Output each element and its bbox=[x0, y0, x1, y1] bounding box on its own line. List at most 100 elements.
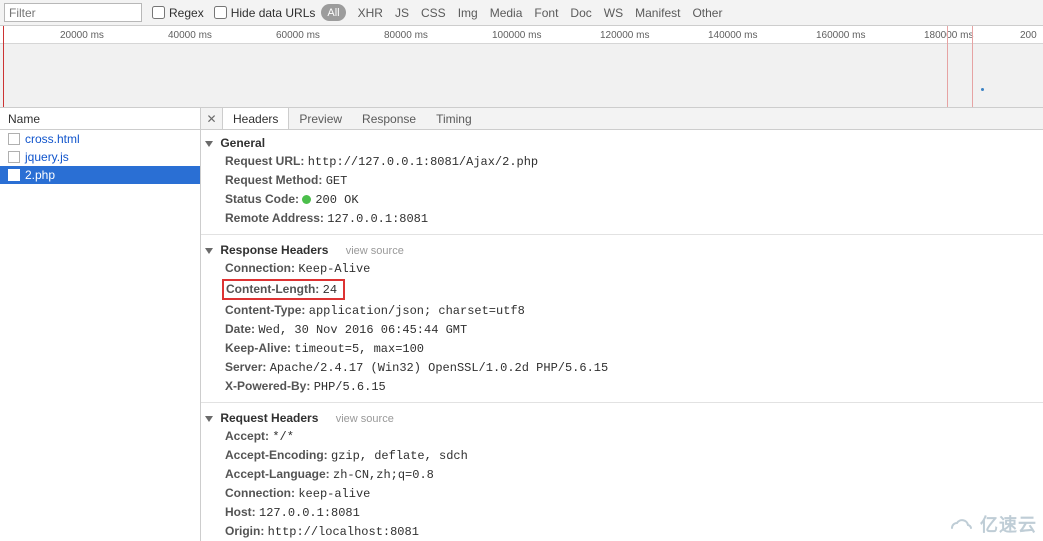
filter-all-pill[interactable]: All bbox=[321, 4, 345, 21]
general-request-method-val: GET bbox=[326, 174, 348, 188]
request-header-row: Accept-Encoding: gzip, deflate, sdch bbox=[201, 446, 1043, 465]
section-general-title: General bbox=[220, 136, 265, 150]
filter-type-css[interactable]: CSS bbox=[421, 6, 446, 20]
response-header-key: Content-Type: bbox=[225, 303, 305, 317]
general-request-url-key: Request URL: bbox=[225, 154, 304, 168]
filter-type-other[interactable]: Other bbox=[692, 6, 722, 20]
filter-type-doc[interactable]: Doc bbox=[570, 6, 591, 20]
section-request-headers-title: Request Headers bbox=[220, 411, 318, 425]
request-row-cross-html[interactable]: cross.html bbox=[0, 130, 200, 148]
request-header-key: Connection: bbox=[225, 486, 295, 500]
response-header-val: Wed, 30 Nov 2016 06:45:44 GMT bbox=[258, 323, 467, 337]
chevron-down-icon bbox=[205, 141, 213, 147]
general-request-method-key: Request Method: bbox=[225, 173, 322, 187]
section-request-headers[interactable]: Request Headers view source bbox=[201, 407, 1043, 427]
timeline-domcontent-marker bbox=[972, 26, 973, 107]
watermark-logo: 亿速云 bbox=[946, 511, 1037, 537]
request-header-row: Accept: */* bbox=[201, 427, 1043, 446]
request-header-row: Origin: http://localhost:8081 bbox=[201, 522, 1043, 541]
timeline-tick: 140000 ms bbox=[708, 26, 757, 44]
request-row-jquery-js[interactable]: jquery.js bbox=[0, 148, 200, 166]
response-header-key: Keep-Alive: bbox=[225, 341, 291, 355]
response-header-key: Connection: bbox=[225, 261, 295, 275]
chevron-down-icon bbox=[205, 416, 213, 422]
request-row-2-php[interactable]: 2.php bbox=[0, 166, 200, 184]
timeline-tick: 160000 ms bbox=[816, 26, 865, 44]
timeline-tick: 60000 ms bbox=[276, 26, 320, 44]
response-header-val: application/json; charset=utf8 bbox=[309, 304, 525, 318]
filter-type-img[interactable]: Img bbox=[458, 6, 478, 20]
general-status-code-val: 200 OK bbox=[315, 193, 358, 207]
hide-data-urls-checkbox[interactable] bbox=[214, 6, 227, 19]
filter-type-manifest[interactable]: Manifest bbox=[635, 6, 680, 20]
timeline-tick: 40000 ms bbox=[168, 26, 212, 44]
request-header-val: 127.0.0.1:8081 bbox=[259, 506, 360, 520]
response-headers-view-source[interactable]: view source bbox=[346, 245, 404, 257]
close-icon: ✕ bbox=[206, 112, 216, 126]
filter-type-ws[interactable]: WS bbox=[604, 6, 623, 20]
file-icon bbox=[8, 133, 20, 145]
timeline-ruler: 20000 ms40000 ms60000 ms80000 ms100000 m… bbox=[0, 26, 1043, 44]
filter-type-media[interactable]: Media bbox=[490, 6, 523, 20]
request-header-row: Connection: keep-alive bbox=[201, 484, 1043, 503]
filter-type-font[interactable]: Font bbox=[534, 6, 558, 20]
request-header-row: Host: 127.0.0.1:8081 bbox=[201, 503, 1043, 522]
file-icon bbox=[8, 169, 20, 181]
request-header-val: gzip, deflate, sdch bbox=[331, 449, 468, 463]
regex-label: Regex bbox=[169, 6, 204, 20]
request-header-val: keep-alive bbox=[298, 487, 370, 501]
filter-type-js[interactable]: JS bbox=[395, 6, 409, 20]
response-header-key: Content-Length: bbox=[226, 282, 319, 296]
request-header-key: Accept: bbox=[225, 429, 269, 443]
request-row-label: cross.html bbox=[25, 132, 80, 146]
response-header-val: timeout=5, max=100 bbox=[294, 342, 424, 356]
timeline-tick: 20000 ms bbox=[60, 26, 104, 44]
tab-preview[interactable]: Preview bbox=[289, 108, 352, 129]
close-details-button[interactable]: ✕ bbox=[201, 108, 223, 129]
request-header-key: Host: bbox=[225, 505, 256, 519]
response-header-val: PHP/5.6.15 bbox=[314, 380, 386, 394]
response-header-row: Date: Wed, 30 Nov 2016 06:45:44 GMT bbox=[201, 320, 1043, 339]
tab-headers[interactable]: Headers bbox=[223, 108, 289, 129]
timeline-load-marker bbox=[947, 26, 948, 107]
response-header-row: Content-Length: 24 bbox=[201, 278, 1043, 301]
response-header-row: Keep-Alive: timeout=5, max=100 bbox=[201, 339, 1043, 358]
response-header-key: Server: bbox=[225, 360, 266, 374]
request-row-label: 2.php bbox=[25, 168, 55, 182]
request-list-header-name[interactable]: Name bbox=[0, 108, 200, 130]
hide-data-urls-label: Hide data URLs bbox=[231, 6, 316, 20]
filter-input[interactable] bbox=[4, 3, 142, 22]
response-header-key: X-Powered-By: bbox=[225, 379, 310, 393]
timeline-tick: 200 bbox=[1020, 26, 1037, 44]
detail-tabs: ✕ HeadersPreviewResponseTiming bbox=[201, 108, 1043, 130]
tab-timing[interactable]: Timing bbox=[426, 108, 482, 129]
request-row-label: jquery.js bbox=[25, 150, 69, 164]
tab-response[interactable]: Response bbox=[352, 108, 426, 129]
status-ok-icon bbox=[302, 195, 311, 204]
general-remote-address-val: 127.0.0.1:8081 bbox=[327, 212, 428, 226]
response-header-val: Apache/2.4.17 (Win32) OpenSSL/1.0.2d PHP… bbox=[270, 361, 608, 375]
request-header-val: */* bbox=[272, 430, 294, 444]
general-remote-address-key: Remote Address: bbox=[225, 211, 324, 225]
response-header-row: X-Powered-By: PHP/5.6.15 bbox=[201, 377, 1043, 396]
timeline-tick: 120000 ms bbox=[600, 26, 649, 44]
request-headers-view-source[interactable]: view source bbox=[336, 413, 394, 425]
request-header-key: Origin: bbox=[225, 524, 264, 538]
timeline-request-dot bbox=[981, 88, 984, 91]
timeline-overview[interactable]: 20000 ms40000 ms60000 ms80000 ms100000 m… bbox=[0, 26, 1043, 108]
response-header-row: Connection: Keep-Alive bbox=[201, 259, 1043, 278]
file-icon bbox=[8, 151, 20, 163]
section-general[interactable]: General bbox=[201, 132, 1043, 152]
timeline-tick: 100000 ms bbox=[492, 26, 541, 44]
request-details-panel: ✕ HeadersPreviewResponseTiming General R… bbox=[201, 108, 1043, 541]
general-request-url-val: http://127.0.0.1:8081/Ajax/2.php bbox=[308, 155, 538, 169]
timeline-tick: 180000 ms bbox=[924, 26, 973, 44]
response-header-row: Server: Apache/2.4.17 (Win32) OpenSSL/1.… bbox=[201, 358, 1043, 377]
request-header-key: Accept-Encoding: bbox=[225, 448, 328, 462]
filter-type-xhr[interactable]: XHR bbox=[358, 6, 383, 20]
network-toolbar: Regex Hide data URLs All XHR JS CSS Img Medi… bbox=[0, 0, 1043, 26]
section-response-headers-title: Response Headers bbox=[220, 243, 328, 257]
request-header-val: http://localhost:8081 bbox=[268, 525, 419, 539]
section-response-headers[interactable]: Response Headers view source bbox=[201, 239, 1043, 259]
regex-checkbox[interactable] bbox=[152, 6, 165, 19]
